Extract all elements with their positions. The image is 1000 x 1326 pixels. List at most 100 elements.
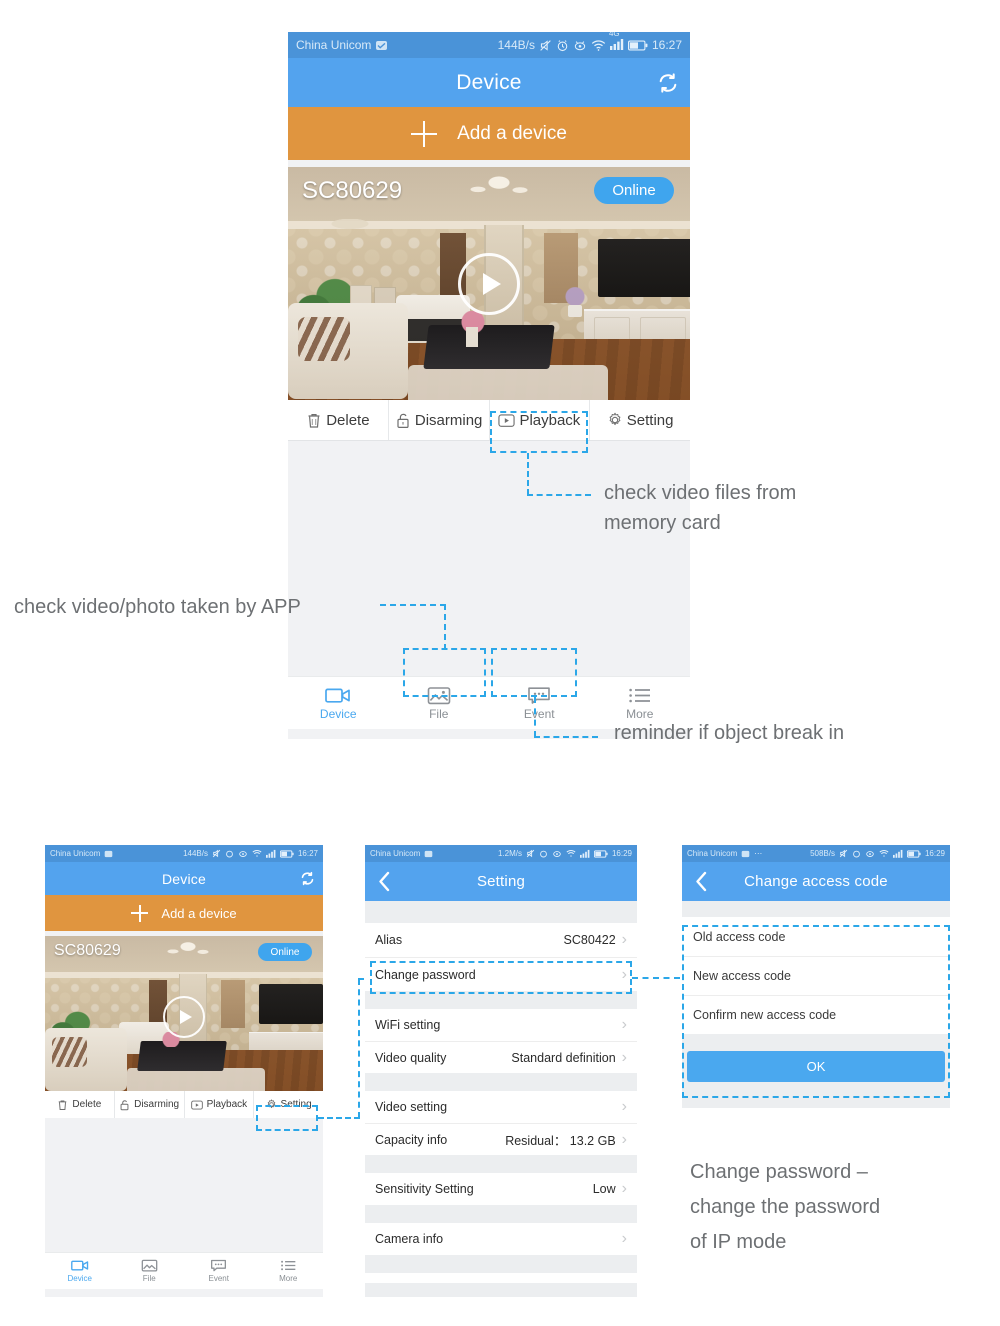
tab-file-label: File xyxy=(429,707,449,721)
status-badge-small: Online xyxy=(258,943,312,961)
annotation-playback-line2: memory card xyxy=(604,512,721,534)
annotation-line-setting-v xyxy=(358,979,360,1118)
setting-row-alias-value: SC80422 xyxy=(563,933,616,947)
sim-icon xyxy=(104,850,113,857)
tab-more-label: More xyxy=(626,707,654,721)
setting-row-sensitivity[interactable]: Sensitivity Setting Low › xyxy=(365,1173,637,1205)
title-bar-small: Device xyxy=(45,862,323,895)
play-icon[interactable] xyxy=(458,252,520,315)
delete-label: Delete xyxy=(326,411,370,429)
annotation-box-event xyxy=(491,648,577,697)
disarming-button-small[interactable]: Disarming xyxy=(113,1091,184,1118)
page-title-setting: Setting xyxy=(476,873,526,890)
setting-label: Setting xyxy=(626,411,674,429)
network-speed-label-small: 144B/s xyxy=(183,849,208,858)
add-device-button-small[interactable]: Add a device xyxy=(45,895,323,931)
list-icon xyxy=(629,688,650,703)
title-bar-setting: Setting xyxy=(365,862,637,901)
annotation-box-file xyxy=(403,648,486,697)
play-icon-small[interactable] xyxy=(163,995,205,1038)
signal-icon xyxy=(892,849,903,858)
setting-row-camera-info-label: Camera info xyxy=(375,1232,444,1246)
page-title-access: Change access code xyxy=(744,873,888,890)
wifi-icon xyxy=(879,850,889,857)
tab-more-small[interactable]: More xyxy=(254,1253,324,1289)
device-card[interactable]: SC80629 Online xyxy=(288,167,690,400)
setting-row-alias[interactable]: Alias SC80422 › xyxy=(365,923,637,957)
annotation-box-setting-small xyxy=(256,1105,318,1131)
setting-row-video-setting-label: Video setting xyxy=(375,1100,448,1114)
delete-button-small[interactable]: Delete xyxy=(45,1091,114,1118)
tab-device-label-small: Device xyxy=(67,1274,92,1283)
refresh-icon[interactable] xyxy=(291,862,323,895)
list-gap xyxy=(365,1255,637,1273)
setting-row-capacity-info[interactable]: Capacity info Residual： 13.2 GB › xyxy=(365,1123,637,1155)
carrier-label-setting: China Unicom xyxy=(370,849,421,858)
carrier-label-access: China Unicom xyxy=(687,849,738,858)
refresh-icon[interactable] xyxy=(646,58,690,107)
tab-more-label-small: More xyxy=(279,1274,298,1283)
delete-button[interactable]: Delete xyxy=(288,400,388,440)
device-list-empty-area xyxy=(288,441,690,677)
alarm-icon xyxy=(226,850,233,858)
setting-row-alias-label: Alias xyxy=(375,933,403,947)
network-badge-label: 4G xyxy=(608,32,620,38)
tab-device-small[interactable]: Device xyxy=(45,1253,115,1289)
setting-row-camera-info[interactable]: Camera info › xyxy=(365,1223,637,1255)
tab-event-label: Event xyxy=(523,707,555,721)
add-device-button[interactable]: Add a device xyxy=(288,107,690,160)
bottom-tab-bar-small: Device File Event More xyxy=(45,1252,323,1289)
setting-row-video-quality-label: Video quality xyxy=(375,1050,447,1065)
playback-button-small[interactable]: Playback xyxy=(183,1091,254,1118)
add-device-label-small: Add a device xyxy=(161,905,237,921)
chevron-left-icon[interactable] xyxy=(682,862,720,901)
device-screen-small: China Unicom 144B/s 16:27 Device Add a d… xyxy=(45,845,323,1297)
chevron-right-icon: › xyxy=(621,1130,627,1148)
tab-device[interactable]: Device xyxy=(288,677,389,729)
setting-button[interactable]: Setting xyxy=(589,400,690,440)
annotation-box-change-password xyxy=(370,961,632,994)
tab-device-label: Device xyxy=(319,707,357,721)
eye-icon xyxy=(866,851,874,857)
alarm-icon xyxy=(557,39,568,51)
trash-icon xyxy=(308,413,320,428)
wifi-icon xyxy=(566,850,576,857)
chat-icon xyxy=(211,1259,227,1272)
setting-row-wifi[interactable]: WiFi setting › xyxy=(365,1009,637,1041)
wifi-icon xyxy=(591,39,606,51)
annotation-file-label: check video/photo taken by APP xyxy=(14,596,301,618)
status-badge-label: Online xyxy=(612,182,656,199)
carrier-label: China Unicom xyxy=(296,38,372,52)
signal-icon xyxy=(579,849,590,858)
plus-icon xyxy=(131,904,149,922)
annotation-event-label: reminder if object break in xyxy=(614,722,845,744)
battery-icon xyxy=(906,849,921,858)
device-card-small[interactable]: SC80629 Online xyxy=(45,936,323,1091)
list-tail xyxy=(365,1273,637,1283)
chevron-right-icon: › xyxy=(621,1048,627,1066)
list-gap xyxy=(365,1073,637,1091)
plus-icon xyxy=(411,120,438,147)
setting-row-video-setting[interactable]: Video setting › xyxy=(365,1091,637,1123)
disarming-label: Disarming xyxy=(414,411,483,429)
annotation-change-password-line1: Change password – xyxy=(690,1161,868,1183)
tab-event-small[interactable]: Event xyxy=(184,1253,254,1289)
eye-icon xyxy=(574,40,586,50)
play-triangle xyxy=(482,272,501,295)
sim-icon xyxy=(376,40,388,50)
list-icon xyxy=(280,1260,296,1271)
device-name-label: SC80629 xyxy=(302,177,403,204)
chevron-left-icon[interactable] xyxy=(365,862,403,901)
disarming-button[interactable]: Disarming xyxy=(387,400,489,440)
setting-row-video-quality-value: Standard definition xyxy=(511,1050,616,1065)
annotation-file-text: check video/photo taken by APP xyxy=(14,593,301,621)
list-gap xyxy=(365,901,637,923)
disarming-label-small: Disarming xyxy=(134,1099,180,1110)
delete-label-small: Delete xyxy=(72,1099,102,1110)
setting-row-sensitivity-value: Low xyxy=(592,1182,616,1196)
setting-row-video-quality[interactable]: Video quality Standard definition › xyxy=(365,1041,637,1073)
status-badge: Online xyxy=(594,177,674,204)
eye-icon xyxy=(553,851,561,857)
tab-file-small[interactable]: File xyxy=(115,1253,185,1289)
annotation-line-changepw-to-accesscode xyxy=(632,977,680,979)
